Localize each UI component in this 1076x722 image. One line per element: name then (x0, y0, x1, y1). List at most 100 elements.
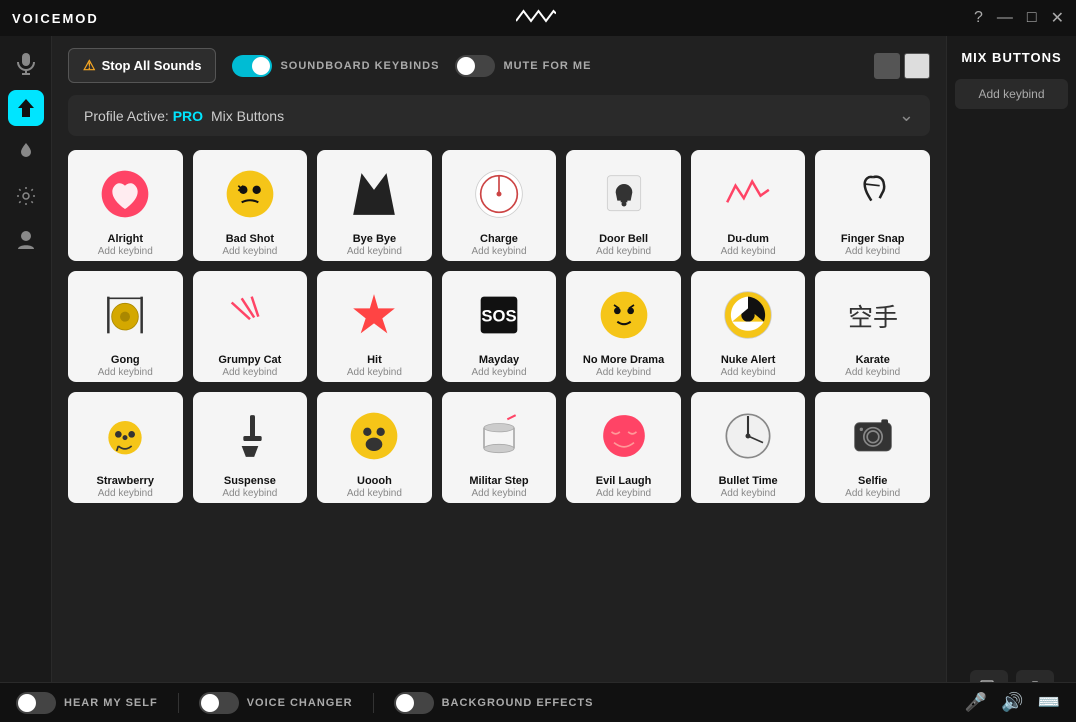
main-content: ⚠ Stop All Sounds SOUNDBOARD KEYBINDS MU… (52, 36, 946, 722)
add-keybind-label[interactable]: Add keybind (222, 367, 277, 378)
add-keybind-label[interactable]: Add keybind (471, 367, 526, 378)
mute-for-me-toggle-group: MUTE FOR ME (455, 55, 591, 77)
sidebar-item-mic[interactable] (8, 46, 44, 82)
add-keybind-label[interactable]: Add keybind (596, 488, 651, 499)
sound-name: Bye Bye (353, 233, 396, 245)
sound-card-mayday[interactable]: SOSMaydayAdd keybind (442, 271, 557, 382)
add-keybind-label[interactable]: Add keybind (721, 367, 776, 378)
voice-changer-label: VOICE CHANGER (247, 697, 353, 709)
right-panel: MIX BUTTONS Add keybind (946, 36, 1076, 722)
sound-card-bye-bye[interactable]: Bye ByeAdd keybind (317, 150, 432, 261)
sound-name: Hit (367, 354, 382, 366)
add-keybind-label[interactable]: Add keybind (596, 367, 651, 378)
sound-card-charge[interactable]: ChargeAdd keybind (442, 150, 557, 261)
background-effects-toggle[interactable] (394, 692, 434, 714)
sound-card-door-bell[interactable]: Door BellAdd keybind (566, 150, 681, 261)
minimize-icon[interactable]: — (997, 9, 1013, 27)
background-effects-label: BACKGROUND EFFECTS (442, 697, 594, 709)
add-keybind-label[interactable]: Add keybind (721, 488, 776, 499)
profile-label: Profile Active: PRO Mix Buttons (84, 108, 284, 124)
sound-name: Door Bell (599, 233, 648, 245)
sound-card-grumpy-cat[interactable]: Grumpy CatAdd keybind (193, 271, 308, 382)
list-view-button[interactable] (904, 53, 930, 79)
add-keybind-label[interactable]: Add keybind (471, 246, 526, 257)
sound-name: Gong (111, 354, 140, 366)
sound-card-evil-laugh[interactable]: Evil LaughAdd keybind (566, 392, 681, 503)
soundboard-keybinds-toggle[interactable] (232, 55, 272, 77)
sound-card-karate[interactable]: 空手 KarateAdd keybind (815, 271, 930, 382)
sound-icon (463, 400, 535, 472)
sound-name: Evil Laugh (596, 475, 652, 487)
sound-card-uoooh[interactable]: UooohAdd keybind (317, 392, 432, 503)
separator-2 (373, 693, 374, 713)
soundboard-keybinds-label: SOUNDBOARD KEYBINDS (280, 60, 439, 72)
mix-buttons-title: MIX BUTTONS (961, 50, 1061, 65)
add-keybind-label[interactable]: Add keybind (845, 246, 900, 257)
sidebar-item-soundboard[interactable] (8, 90, 44, 126)
add-keybind-label[interactable]: Add keybind (721, 246, 776, 257)
sound-icon (712, 158, 784, 230)
grid-view-button[interactable] (874, 53, 900, 79)
mute-for-me-label: MUTE FOR ME (503, 60, 591, 72)
soundboard-keybinds-toggle-group: SOUNDBOARD KEYBINDS (232, 55, 439, 77)
add-keybind-label[interactable]: Add keybind (347, 246, 402, 257)
add-keybind-label[interactable]: Add keybind (222, 488, 277, 499)
profile-bar[interactable]: Profile Active: PRO Mix Buttons ⌄ (68, 95, 930, 136)
add-keybind-label[interactable]: Add keybind (98, 246, 153, 257)
sound-name: Karate (856, 354, 890, 366)
add-keybind-label[interactable]: Add keybind (347, 367, 402, 378)
sound-icon (338, 158, 410, 230)
sidebar-item-effects[interactable] (8, 134, 44, 170)
sound-card-militar-step[interactable]: Militar StepAdd keybind (442, 392, 557, 503)
add-keybind-label[interactable]: Add keybind (471, 488, 526, 499)
volume-icon[interactable]: 🔊 (1001, 692, 1023, 713)
keyboard-icon[interactable]: ⌨️ (1038, 692, 1060, 713)
sound-card-bullet-time[interactable]: Bullet TimeAdd keybind (691, 392, 806, 503)
mute-for-me-toggle[interactable] (455, 55, 495, 77)
add-keybind-label[interactable]: Add keybind (845, 488, 900, 499)
sound-icon (89, 279, 161, 351)
sound-icon (712, 279, 784, 351)
maximize-icon[interactable]: □ (1027, 9, 1037, 27)
sound-icon (338, 400, 410, 472)
warning-icon: ⚠ (83, 57, 96, 74)
add-keybind-label[interactable]: Add keybind (98, 367, 153, 378)
sound-card-suspense[interactable]: SuspenseAdd keybind (193, 392, 308, 503)
sound-name: Selfie (858, 475, 887, 487)
sound-icon (712, 400, 784, 472)
sound-card-gong[interactable]: GongAdd keybind (68, 271, 183, 382)
voice-changer-toggle[interactable] (199, 692, 239, 714)
sidebar-item-settings[interactable] (8, 178, 44, 214)
sound-card-alright[interactable]: AlrightAdd keybind (68, 150, 183, 261)
sound-icon: 空手 (837, 279, 909, 351)
voice-changer-group: VOICE CHANGER (199, 692, 353, 714)
hear-myself-toggle[interactable] (16, 692, 56, 714)
stop-all-sounds-button[interactable]: ⚠ Stop All Sounds (68, 48, 216, 83)
sound-card-strawberry[interactable]: StrawberryAdd keybind (68, 392, 183, 503)
sidebar-item-user[interactable] (8, 222, 44, 258)
add-keybind-label[interactable]: Add keybind (98, 488, 153, 499)
add-keybind-label[interactable]: Add keybind (222, 246, 277, 257)
help-icon[interactable]: ? (974, 9, 983, 27)
sound-card-finger-snap[interactable]: Finger SnapAdd keybind (815, 150, 930, 261)
bottom-bar: HEAR MY SELF VOICE CHANGER BACKGROUND EF… (0, 682, 1076, 722)
sound-name: Alright (108, 233, 143, 245)
view-toggles (874, 53, 930, 79)
sound-icon (214, 279, 286, 351)
sound-card-nuke-alert[interactable]: Nuke AlertAdd keybind (691, 271, 806, 382)
close-icon[interactable]: ✕ (1051, 8, 1064, 28)
app-layout: ▶▶ ⚠ Stop All Sounds SOUNDBOARD KEYBINDS… (0, 36, 1076, 722)
sound-card-du-dum[interactable]: Du-dumAdd keybind (691, 150, 806, 261)
sound-card-selfie[interactable]: SelfieAdd keybind (815, 392, 930, 503)
hear-myself-group: HEAR MY SELF (16, 692, 158, 714)
add-keybind-label[interactable]: Add keybind (596, 246, 651, 257)
add-keybind-button[interactable]: Add keybind (955, 79, 1068, 109)
stop-all-label: Stop All Sounds (102, 58, 202, 73)
add-keybind-label[interactable]: Add keybind (347, 488, 402, 499)
sound-card-bad-shot[interactable]: Bad ShotAdd keybind (193, 150, 308, 261)
microphone-icon[interactable]: 🎤 (965, 692, 987, 713)
sound-card-no-more-drama[interactable]: No More DramaAdd keybind (566, 271, 681, 382)
sound-name: Uoooh (357, 475, 392, 487)
sound-card-hit[interactable]: HitAdd keybind (317, 271, 432, 382)
add-keybind-label[interactable]: Add keybind (845, 367, 900, 378)
